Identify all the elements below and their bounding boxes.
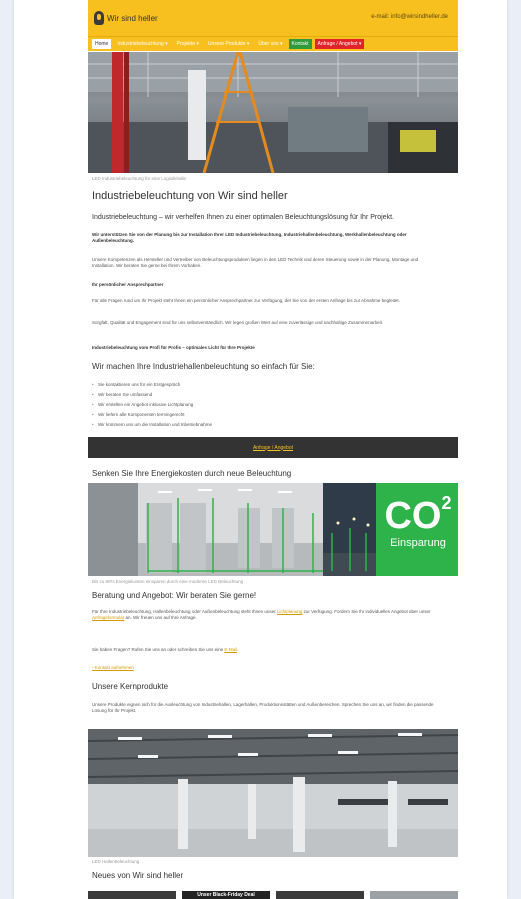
main-navigation: Home Industriebeleuchtung ▾ Projekte ▾ U… <box>88 36 458 51</box>
consult-link-row: › Kontakt aufnehmen <box>92 665 442 671</box>
bulb-icon <box>94 11 104 25</box>
consult-title: Beratung und Angebot: Wir beraten Sie ge… <box>92 591 257 600</box>
news-thumbnails: Unser Black-Friday Deal <box>88 891 458 899</box>
hero-image <box>88 52 458 173</box>
energy-title: Senken Sie Ihre Energiekosten durch neue… <box>92 469 292 478</box>
consult-text: zur Verfügung. Fordern Sie Ihr individue… <box>302 609 431 614</box>
lichtplanung-link[interactable]: Lichtplanung <box>277 609 303 614</box>
intro-paragraph-3: Ihr persönlicher Ansprechpartner <box>92 282 164 287</box>
consult-paragraph-1: Für Ihre Industriebeleuchtung, Hallenbel… <box>92 609 442 621</box>
hero-illustration <box>88 52 458 173</box>
products-caption: LED Hallenbeleuchtung <box>92 859 140 864</box>
products-paragraph: Unsere Produkte eignen sich für die Ausl… <box>92 702 434 713</box>
intro-paragraph-2: Unsere Kompetenzen als Hersteller und Ve… <box>92 257 419 268</box>
email-link[interactable]: E-Mail <box>224 647 237 652</box>
news-thumb-4[interactable] <box>370 891 458 899</box>
list-item: Wir beraten Sie umfassend <box>92 390 212 400</box>
site-header: Wir sind heller e-mail: info@wirsindhell… <box>88 0 458 36</box>
nav-item-kontakt[interactable]: Kontakt <box>288 39 312 49</box>
intro-paragraph-4: Für alle Fragen rund um Ihr Projekt steh… <box>92 298 400 303</box>
page-title: Industriebeleuchtung von Wir sind heller <box>92 190 288 202</box>
intro-subtitle: Industriebeleuchtung – wir verhelfen Ihn… <box>92 214 394 221</box>
logo[interactable]: Wir sind heller <box>94 10 158 26</box>
header-contact[interactable]: e-mail: info@wirsindheller.de <box>371 14 448 20</box>
news-title: Neues von Wir sind heller <box>92 871 184 880</box>
anfrageformular-link[interactable]: Anfrageformular <box>92 615 124 620</box>
page-frame: Wir sind heller e-mail: info@wirsindhell… <box>14 0 507 899</box>
list-item: Wir liefern alle Komponenten termingerec… <box>92 410 212 420</box>
cta-bar: Anfrage / Angebot <box>88 437 458 458</box>
news-thumb-1[interactable] <box>88 891 176 899</box>
cta-anfrage-link[interactable]: Anfrage / Angebot <box>253 445 293 451</box>
list-item: Wir erstellen ein Angebot inklusive Lich… <box>92 400 212 410</box>
logo-text: Wir sind heller <box>107 13 158 23</box>
news-thumb-black-friday[interactable]: Unser Black-Friday Deal <box>182 891 270 899</box>
intro-paragraph-1: Wir unterstützen Sie von der Planung bis… <box>92 232 407 243</box>
products-illustration <box>88 729 458 857</box>
list-item: Sie kontaktieren uns für ein Erstgespräc… <box>92 380 212 390</box>
nav-item-ueber-uns[interactable]: Über uns ▾ <box>255 39 285 49</box>
news-thumb-3[interactable] <box>276 891 364 899</box>
energy-image: CO2 Einsparung <box>88 483 458 576</box>
nav-item-produkte[interactable]: Unsere Produkte ▾ <box>205 39 252 49</box>
kontakt-link[interactable]: › Kontakt aufnehmen <box>92 665 134 670</box>
consult-paragraph-2: Sie haben Fragen? Rufen Sie uns an oder … <box>92 647 442 653</box>
co2-subscript: 2 <box>441 493 452 513</box>
co2-badge: CO2 Einsparung <box>378 493 458 549</box>
nav-item-anfrage[interactable]: Anfrage / Angebot ▾ <box>314 39 365 49</box>
nav-item-home[interactable]: Home <box>92 39 112 49</box>
process-list: Sie kontaktieren uns für ein Erstgespräc… <box>92 380 212 430</box>
co2-saving-label: Einsparung <box>390 537 446 549</box>
consult-text: Für Ihre Industriebeleuchtung, Hallenbel… <box>92 609 277 614</box>
nav-item-industriebeleuchtung[interactable]: Industriebeleuchtung ▾ <box>114 39 170 49</box>
co2-label: CO <box>384 495 442 537</box>
intro-paragraph-6: Industriebeleuchtung vom Profi für Profi… <box>92 345 255 350</box>
consult-text: Sie haben Fragen? Rufen Sie uns an oder … <box>92 647 225 652</box>
nav-item-projekte[interactable]: Projekte ▾ <box>174 39 202 49</box>
intro-paragraph-5: Sorgfalt, Qualität und Engagement sind f… <box>92 320 384 325</box>
products-image <box>88 729 458 857</box>
energy-caption: Bis zu 80% Energiekosten einsparen durch… <box>92 579 244 584</box>
process-title: Wir machen Ihre Industriehallenbeleuchtu… <box>92 362 315 371</box>
products-title: Unsere Kernprodukte <box>92 682 169 691</box>
list-item: Wir kümmern uns um die Installation und … <box>92 420 212 430</box>
consult-text: . <box>237 647 239 652</box>
consult-text: an. Wir freuen uns auf Ihre Anfrage. <box>124 615 197 620</box>
hero-caption: LED Industriebeleuchtung für eine Logist… <box>92 176 187 181</box>
content-container: Wir sind heller e-mail: info@wirsindhell… <box>88 0 458 899</box>
